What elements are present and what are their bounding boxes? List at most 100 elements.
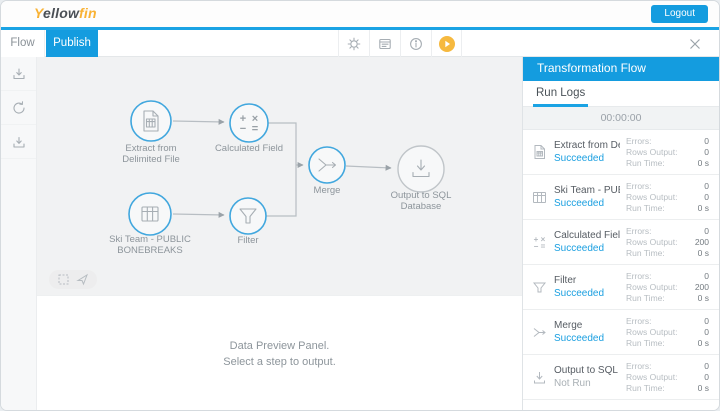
run-time-label: Run Time:	[626, 292, 665, 303]
svg-text:Ski Team - PUBLIC: Ski Team - PUBLIC	[109, 234, 191, 245]
step-sidebar	[1, 57, 37, 410]
close-icon[interactable]	[683, 30, 707, 57]
run-time-value: 0 s	[697, 247, 709, 258]
rows-output-label: Rows Output:	[626, 146, 678, 157]
log-step-title: Extract from Deli...	[554, 140, 620, 151]
app-window: Yellowfin Logout Flow Publish Extract fr…	[0, 0, 720, 411]
input-step-icon[interactable]	[1, 57, 36, 91]
svg-text:Delimited File: Delimited File	[122, 154, 180, 165]
calc-icon: + × − =	[532, 235, 554, 250]
errors-label: Errors:	[626, 180, 652, 191]
svg-text:Extract from: Extract from	[125, 143, 176, 154]
run-time-value: 0 s	[697, 337, 709, 348]
run-log-row[interactable]: Extract from Deli... Succeeded Errors: 0 …	[523, 130, 719, 175]
table-icon	[532, 190, 554, 205]
svg-text:−: −	[240, 123, 246, 135]
transform-step-icon[interactable]	[1, 91, 36, 125]
top-bar: Yellowfin Logout	[1, 1, 719, 27]
svg-text:Database: Database	[401, 201, 442, 212]
run-log-row[interactable]: Ski Team - PUBL... Succeeded Errors: 0 Ro…	[523, 175, 719, 220]
run-time-label: Run Time:	[626, 157, 665, 168]
transformation-flow-panel: Transformation Flow Run Logs 00:00:00 Ex…	[522, 56, 719, 410]
rows-output-label: Rows Output:	[626, 281, 678, 292]
logout-button[interactable]: Logout	[651, 5, 708, 23]
merge-icon	[532, 325, 554, 340]
run-log-row[interactable]: Merge Succeeded Errors: 0 Rows Output: 0 R…	[523, 310, 719, 355]
rows-output-value: 0	[704, 191, 709, 202]
tab-flow[interactable]: Flow	[1, 30, 45, 57]
svg-text:−: −	[534, 242, 539, 250]
preview-line1: Data Preview Panel.	[229, 339, 330, 352]
rows-output-value: 0	[704, 326, 709, 337]
tab-run-logs[interactable]: Run Logs	[533, 81, 589, 107]
rows-output-value: 0	[704, 371, 709, 382]
errors-label: Errors:	[626, 315, 652, 326]
canvas-mini-toolbar	[49, 270, 97, 289]
log-step-title: Output to SQL Dat...	[554, 365, 620, 376]
errors-value: 0	[704, 225, 709, 236]
pointer-icon[interactable]	[76, 273, 89, 286]
data-preview-panel: Data Preview Panel. Select a step to out…	[37, 295, 522, 410]
panel-tab-row: Run Logs	[523, 81, 719, 107]
errors-value: 0	[704, 270, 709, 281]
svg-text:Output to SQL: Output to SQL	[391, 190, 452, 201]
errors-value: 0	[704, 315, 709, 326]
errors-value: 0	[704, 135, 709, 146]
run-time-value: 0 s	[697, 202, 709, 213]
settings-icon[interactable]	[338, 30, 369, 57]
run-time-label: Run Time:	[626, 202, 665, 213]
rows-output-label: Rows Output:	[626, 191, 678, 202]
svg-text:=: =	[252, 123, 258, 135]
run-time-label: Run Time:	[626, 337, 665, 348]
run-time-value: 0 s	[697, 157, 709, 168]
flow-node-filter[interactable]: Filter	[229, 197, 267, 246]
output-step-icon[interactable]	[1, 125, 36, 159]
run-log-list: Extract from Deli... Succeeded Errors: 0 …	[523, 130, 719, 410]
flow-node-merge[interactable]: Merge	[308, 146, 346, 196]
flow-node-ski-team[interactable]: Ski Team - PUBLIC BONEBREAKS	[109, 192, 191, 256]
run-log-row[interactable]: Output to SQL Dat... Not Run Errors: 0 Ro…	[523, 355, 719, 400]
notes-icon[interactable]	[369, 30, 400, 57]
log-step-status: Succeeded	[554, 198, 605, 209]
errors-value: 0	[704, 180, 709, 191]
log-step-status: Succeeded	[554, 288, 605, 299]
run-time-value: 0 s	[697, 382, 709, 393]
info-icon[interactable]	[400, 30, 431, 57]
flow-toolbar	[338, 30, 462, 57]
log-step-status: Succeeded	[554, 333, 605, 344]
tab-bar: Flow Publish	[1, 30, 719, 57]
log-step-title: Calculated Field	[554, 230, 620, 241]
run-time-value: 0 s	[697, 292, 709, 303]
flow-node-extract[interactable]: Extract from Delimited File	[122, 100, 180, 165]
log-step-status: Succeeded	[554, 153, 605, 164]
log-step-title: Ski Team - PUBL...	[554, 185, 620, 196]
rows-output-label: Rows Output:	[626, 326, 678, 337]
flow-node-output[interactable]: Output to SQL Database	[391, 145, 452, 212]
rows-output-value: 0	[704, 146, 709, 157]
file-icon	[532, 144, 554, 160]
log-step-title: Merge	[554, 320, 583, 331]
errors-label: Errors:	[626, 225, 652, 236]
panel-title: Transformation Flow	[523, 56, 719, 81]
run-log-row[interactable]: Filter Succeeded Errors: 0 Rows Output: 20…	[523, 265, 719, 310]
output-icon	[532, 370, 554, 385]
tab-publish[interactable]: Publish	[46, 30, 98, 57]
errors-value: 0	[704, 360, 709, 371]
flow-connectors	[172, 118, 392, 218]
svg-text:BONEBREAKS: BONEBREAKS	[117, 245, 182, 256]
svg-text:Calculated Field: Calculated Field	[215, 143, 283, 154]
errors-label: Errors:	[626, 270, 652, 281]
marquee-select-icon[interactable]	[57, 273, 70, 286]
run-icon[interactable]	[431, 30, 462, 57]
flow-canvas[interactable]: Extract from Delimited File + × − = Calcul…	[37, 57, 522, 295]
flow-node-calculated-field[interactable]: + × − = Calculated Field	[215, 103, 283, 154]
run-time-label: Run Time:	[626, 247, 665, 258]
errors-label: Errors:	[626, 360, 652, 371]
log-step-status: Succeeded	[554, 243, 605, 254]
rows-output-label: Rows Output:	[626, 236, 678, 247]
run-time-label: Run Time:	[626, 382, 665, 393]
log-step-status: Not Run	[554, 378, 591, 389]
filter-icon	[532, 280, 554, 295]
run-log-row[interactable]: + × − = Calculated Field Succeeded Errors: 0…	[523, 220, 719, 265]
errors-label: Errors:	[626, 135, 652, 146]
